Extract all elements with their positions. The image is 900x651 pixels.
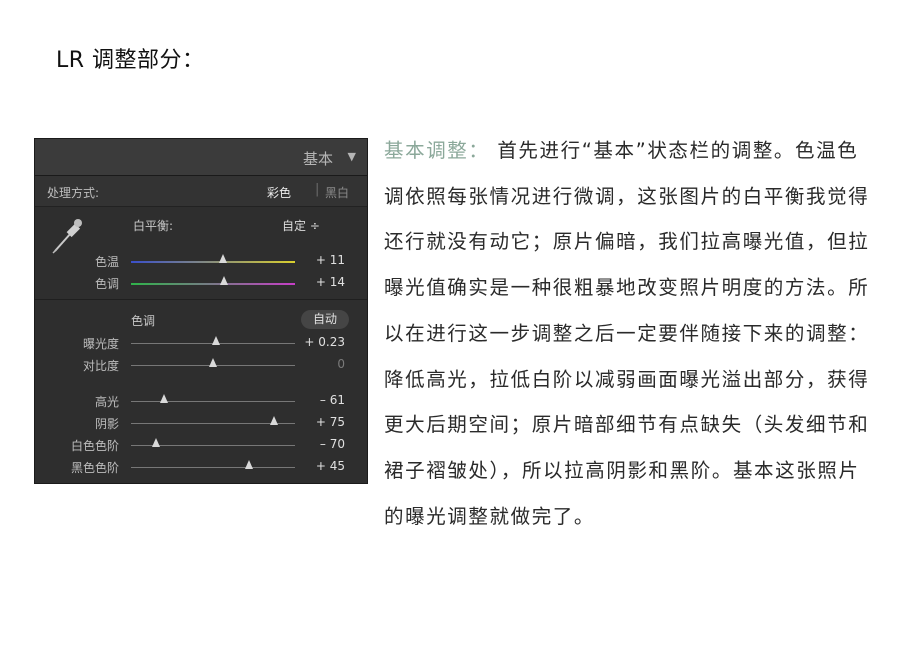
slider-row: 阴影 + 75: [35, 413, 367, 433]
slider-value[interactable]: + 45: [316, 459, 345, 473]
slider-row: 对比度 0: [35, 355, 367, 375]
slider-track[interactable]: [131, 467, 295, 468]
slider-value[interactable]: 0: [337, 357, 345, 371]
lr-basic-panel: 基本 ▼ 处理方式: 彩色 | 黑白 白平衡: 自定 ÷ 色调 自动 色温 + 1…: [34, 138, 368, 484]
white-balance-dropdown[interactable]: 自定 ÷: [282, 217, 320, 234]
slider-row: 黑色色阶 + 45: [35, 457, 367, 477]
process-color-option[interactable]: 彩色: [267, 184, 291, 201]
page-heading: LR 调整部分：: [56, 48, 205, 73]
collapse-arrow-icon[interactable]: ▼: [348, 150, 356, 163]
slider-label: 色调: [94, 277, 119, 291]
slider-label: 色温: [94, 255, 119, 269]
process-bw-option[interactable]: 黑白: [325, 184, 349, 201]
slider-knob[interactable]: [220, 276, 229, 285]
slider-knob[interactable]: [218, 254, 227, 263]
slider-value[interactable]: + 0.23: [304, 335, 345, 349]
slider-track[interactable]: [131, 283, 295, 285]
slider-row: 色调 + 14: [35, 273, 367, 293]
white-balance-label: 白平衡:: [133, 219, 174, 233]
tone-label: 色调: [131, 314, 156, 328]
slider-label: 高光: [94, 395, 119, 409]
auto-tone-button[interactable]: 自动: [301, 310, 349, 329]
article-body: 首先进行“基本”状态栏的调整。色温色调依照每张情况进行微调，这张图片的白平衡我觉…: [384, 139, 870, 528]
slider-knob[interactable]: [212, 336, 221, 345]
slider-value[interactable]: + 11: [316, 253, 345, 267]
slider-value[interactable]: + 75: [316, 415, 345, 429]
slider-knob[interactable]: [151, 438, 160, 447]
slider-label: 黑色色阶: [70, 461, 119, 475]
slider-track[interactable]: [131, 261, 295, 263]
slider-label: 对比度: [82, 359, 119, 373]
article-text: 基本调整： 首先进行“基本”状态栏的调整。色温色调依照每张情况进行微调，这张图片…: [384, 128, 872, 539]
process-label: 处理方式:: [47, 186, 100, 200]
slider-knob[interactable]: [269, 416, 278, 425]
process-separator: |: [315, 182, 320, 197]
slider-value[interactable]: – 70: [320, 437, 345, 451]
slider-value[interactable]: + 14: [316, 275, 345, 289]
slider-row: 色温 + 11: [35, 251, 367, 271]
panel-title: 基本: [302, 150, 333, 168]
slider-row: 白色色阶 – 70: [35, 435, 367, 455]
slider-value[interactable]: – 61: [320, 393, 345, 407]
slider-knob[interactable]: [159, 394, 168, 403]
slider-knob[interactable]: [209, 358, 217, 367]
process-row: 处理方式: 彩色 | 黑白: [35, 176, 367, 207]
slider-row: 高光 – 61: [35, 391, 367, 411]
slider-row: 曝光度 + 0.23: [35, 333, 367, 353]
panel-header[interactable]: 基本 ▼: [35, 139, 367, 176]
slider-label: 曝光度: [82, 337, 119, 351]
slider-label: 白色色阶: [70, 439, 119, 453]
article-accent-title: 基本调整：: [384, 139, 490, 162]
slider-label: 阴影: [94, 417, 119, 431]
slider-knob[interactable]: [245, 460, 254, 469]
slider-track[interactable]: [131, 401, 295, 402]
